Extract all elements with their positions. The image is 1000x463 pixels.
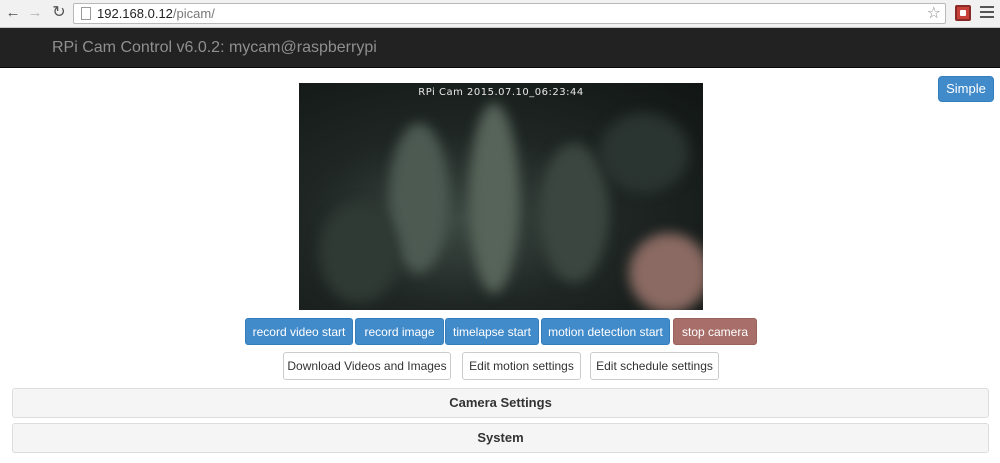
page-icon	[81, 7, 91, 20]
url-text[interactable]: 192.168.0.12/picam/	[97, 6, 215, 22]
navbar: RPi Cam Control v6.0.2: mycam@raspberryp…	[0, 28, 1000, 68]
reload-icon[interactable]: ↻	[50, 4, 68, 22]
star-icon[interactable]: ☆	[927, 4, 941, 23]
system-panel[interactable]: System	[12, 423, 989, 453]
menu-icon[interactable]	[980, 6, 994, 21]
camera-settings-panel[interactable]: Camera Settings	[12, 388, 989, 418]
forward-icon[interactable]: →	[26, 4, 44, 22]
browser-toolbar: ← → ↻ 192.168.0.12/picam/ ☆	[0, 0, 1000, 28]
extension-icon[interactable]	[955, 5, 971, 21]
camera-timestamp: RPi Cam 2015.07.10_06:23:44	[418, 87, 584, 98]
simple-button[interactable]: Simple	[938, 76, 994, 102]
navbar-brand[interactable]: RPi Cam Control v6.0.2: mycam@raspberryp…	[52, 39, 377, 57]
timelapse-start-button[interactable]: timelapse start	[445, 318, 539, 345]
address-bar[interactable]: 192.168.0.12/picam/ ☆	[73, 3, 946, 24]
edit-motion-settings-button[interactable]: Edit motion settings	[462, 352, 581, 380]
record-video-start-button[interactable]: record video start	[245, 318, 353, 345]
stop-camera-button[interactable]: stop camera	[673, 318, 757, 345]
record-image-button[interactable]: record image	[355, 318, 444, 345]
motion-detection-start-button[interactable]: motion detection start	[541, 318, 670, 345]
download-videos-images-button[interactable]: Download Videos and Images	[283, 352, 451, 380]
back-icon[interactable]: ←	[4, 4, 22, 22]
edit-schedule-settings-button[interactable]: Edit schedule settings	[590, 352, 719, 380]
camera-preview: RPi Cam 2015.07.10_06:23:44	[299, 83, 703, 310]
